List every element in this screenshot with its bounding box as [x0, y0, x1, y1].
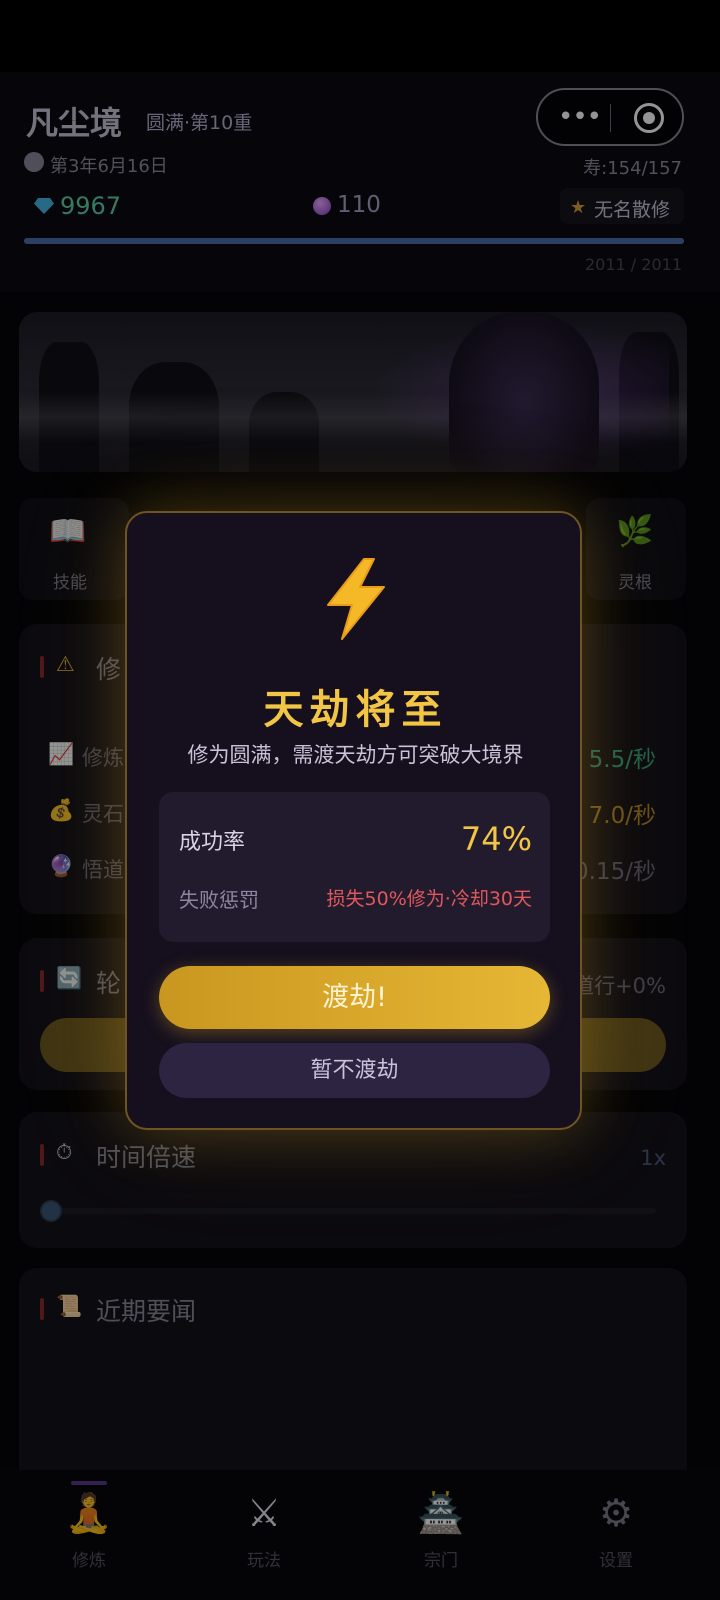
- dialog-description: 修为圆满，需渡天劫方可突破大境界: [187, 743, 524, 767]
- tribulation-info-box: 成功率 74% 失败惩罚 损失50%修为·冷却30天: [159, 792, 550, 942]
- success-rate-value: 74%: [460, 820, 532, 858]
- postpone-tribulation-button[interactable]: 暂不渡劫: [159, 1043, 550, 1098]
- dialog-title: 天劫将至: [263, 687, 448, 733]
- lightning-icon: [127, 557, 584, 658]
- failure-penalty-label: 失败惩罚: [179, 888, 259, 912]
- tribulation-dialog: 天劫将至 修为圆满，需渡天劫方可突破大境界 成功率 74% 失败惩罚 损失50%…: [125, 511, 582, 1130]
- start-tribulation-button[interactable]: 渡劫!: [159, 966, 550, 1029]
- success-rate-label: 成功率: [179, 830, 246, 855]
- failure-penalty-value: 损失50%修为·冷却30天: [326, 888, 532, 910]
